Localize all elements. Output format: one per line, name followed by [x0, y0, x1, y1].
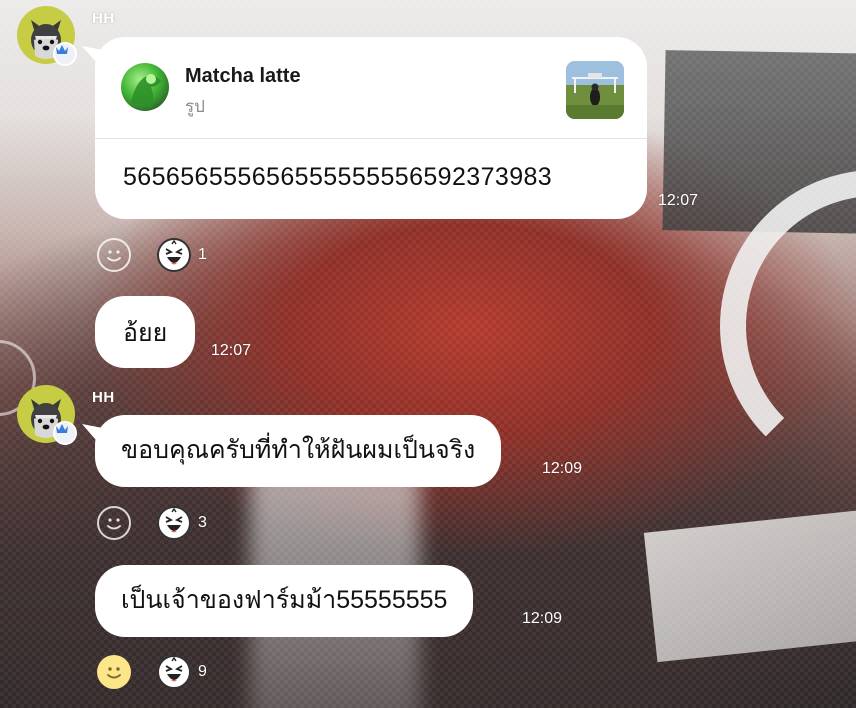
- reply-author: Matcha latte: [185, 65, 301, 87]
- message-text: เป็นเจ้าของฟาร์มม้า55555555: [121, 586, 448, 614]
- message-time: 12:07: [658, 192, 699, 209]
- reply-thumbnail[interactable]: [566, 61, 624, 119]
- sender-avatar[interactable]: [17, 6, 77, 66]
- message-text: อ้ยย: [123, 319, 168, 347]
- reply-message-bubble[interactable]: Matcha latte รูป 56565655565655555555659…: [95, 37, 647, 219]
- crown-icon: [56, 45, 68, 54]
- message-bubble[interactable]: เป็นเจ้าของฟาร์มม้า55555555: [95, 565, 474, 637]
- message-text: ขอบคุณครับที่ทำให้ฝันผมเป็นจริง: [121, 436, 476, 464]
- crown-badge: [53, 421, 77, 445]
- reaction-count: 9: [198, 663, 207, 680]
- message-time: 12:09: [542, 460, 583, 477]
- add-reaction-button[interactable]: [97, 238, 131, 272]
- smiley-icon: [107, 667, 121, 679]
- add-reaction-button[interactable]: [97, 506, 131, 540]
- laughing-face-icon: [165, 240, 183, 265]
- reaction-count: 3: [198, 514, 207, 531]
- laughing-reaction[interactable]: [157, 238, 191, 272]
- reaction-count: 1: [198, 246, 207, 263]
- reply-type: รูป: [185, 97, 205, 116]
- sender-avatar[interactable]: [17, 385, 77, 445]
- sender-name: HH: [92, 10, 115, 27]
- laughing-reaction[interactable]: [157, 506, 191, 540]
- smiley-icon: [107, 250, 121, 262]
- crown-badge: [53, 42, 77, 66]
- message-time: 12:07: [211, 342, 252, 359]
- laughing-face-icon: [165, 657, 183, 682]
- add-reaction-button-selected[interactable]: [97, 655, 131, 689]
- smiley-icon: [107, 518, 121, 530]
- message-time: 12:09: [522, 610, 563, 627]
- message-bubble[interactable]: ขอบคุณครับที่ทำให้ฝันผมเป็นจริง: [95, 415, 502, 487]
- crown-icon: [56, 424, 68, 433]
- laughing-reaction[interactable]: [157, 655, 191, 689]
- sender-name: HH: [92, 389, 115, 406]
- reply-preview[interactable]: Matcha latte รูป: [95, 37, 647, 139]
- message-bubble[interactable]: อ้ยย: [95, 296, 196, 368]
- reply-avatar: [121, 63, 169, 111]
- message-text: 565656555656555555556592373983: [123, 163, 553, 191]
- laughing-face-icon: [165, 508, 183, 533]
